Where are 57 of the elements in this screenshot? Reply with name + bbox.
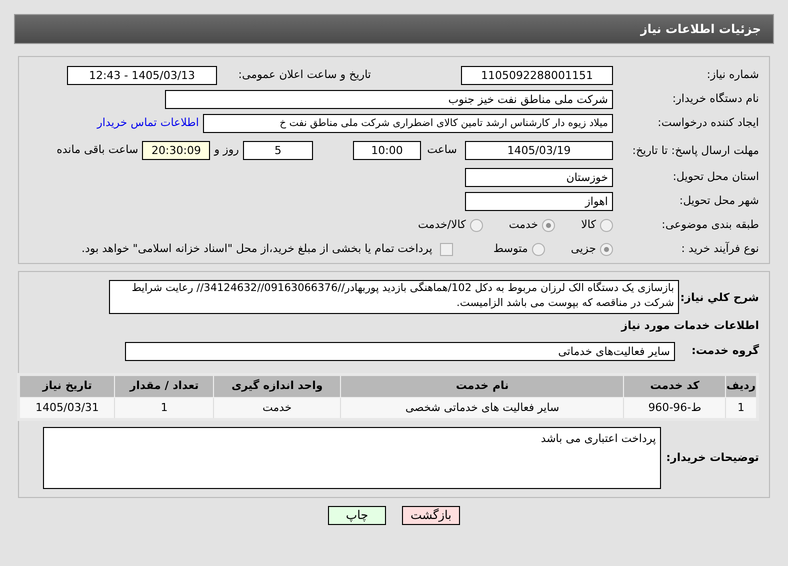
table-cell: خدمت <box>214 398 341 420</box>
countdown-field: 20:30:09 <box>142 140 210 160</box>
field-label: گروه خدمت: <box>690 343 759 360</box>
radio-button[interactable] <box>542 218 556 232</box>
table-cell: 1405/03/31 <box>18 398 115 420</box>
radio-button[interactable] <box>532 242 545 256</box>
text-field[interactable]: 1405/03/13 - 12:43 <box>67 66 217 84</box>
remaining-label: ساعت باقی مانده <box>56 142 140 158</box>
checkbox[interactable] <box>440 242 454 256</box>
radio-label: متوسط <box>493 240 528 257</box>
column-header: تاریخ نیاز <box>18 374 115 398</box>
table-cell: سایر فعالیت های خدماتی شخصی <box>340 398 624 420</box>
radio-label: کالا/خدمت <box>418 216 466 233</box>
column-header: واحد اندازه گیری <box>214 374 341 398</box>
radio-button[interactable] <box>600 218 613 232</box>
field-label: مهلت ارسال پاسخ: تا تاریخ: <box>631 144 759 156</box>
column-header: ردیف <box>726 374 758 398</box>
field-label: شماره نیاز: <box>706 66 759 83</box>
text-field[interactable]: 1405/03/19 <box>465 140 613 160</box>
description-textarea[interactable]: بازسازی یک دستگاه الک لرزان مربوط به دکل 102/هماهنگی بازدید پوربهادر//09163066376//34124632// رعایت شرایط شرکت در مناقصه که بپوست می باشد الزامیست. <box>109 280 679 314</box>
field-label: توضیحات خریدار: <box>665 450 759 466</box>
text-field[interactable]: سایر فعالیت‌های خدماتی <box>125 342 675 361</box>
column-header: تعداد / مقدار <box>114 374 214 398</box>
text-field[interactable]: اهواز <box>465 192 613 210</box>
back-button[interactable]: بازگشت <box>402 506 460 525</box>
field-label: ایجاد کننده درخواست: <box>656 114 759 131</box>
field-label: شرح کلي نياز: <box>679 290 759 306</box>
radio-button[interactable] <box>600 242 613 256</box>
text-field[interactable]: میلاد زیوه دار کارشناس ارشد تامین کالای اضطراری شرکت ملی مناطق نفت خ <box>203 114 613 132</box>
column-header: کد خدمت <box>624 374 726 398</box>
text-field[interactable]: 1105092288001151 <box>461 66 613 84</box>
header-bar: جزئیات اطلاعات نیاز <box>14 14 774 44</box>
radio-button[interactable] <box>470 218 483 232</box>
field-label: نوع فرآیند خرید : <box>680 240 759 257</box>
table-cell: 1 <box>726 398 758 420</box>
field-label: نام دستگاه خریدار: <box>671 90 759 107</box>
field-label: شهر محل تحویل: <box>678 192 759 209</box>
checkbox-label: پرداخت تمام یا بخشی از مبلغ خرید،از محل "اسناد خزانه اسلامی" خواهد بود. <box>82 240 432 257</box>
radio-label: جزیی <box>570 240 596 257</box>
text-field[interactable]: خوزستان <box>465 168 613 186</box>
text-field[interactable]: 5 <box>243 140 313 160</box>
field-label: طبقه بندی موضوعی: <box>660 216 759 233</box>
notes-textarea[interactable]: پرداخت اعتباری می باشد <box>43 427 661 489</box>
radio-label: کالا <box>581 216 596 233</box>
contact-link[interactable]: اطلاعات تماس خریدار <box>97 114 199 132</box>
field-label: تاریخ و ساعت اعلان عمومی: <box>237 66 371 83</box>
print-button[interactable]: چاپ <box>328 506 386 525</box>
days-label: روز و <box>212 142 240 158</box>
table-cell: ط-96-960 <box>624 398 726 420</box>
column-header: نام خدمت <box>340 374 624 398</box>
table-cell: 1 <box>114 398 214 420</box>
time-label: ساعت <box>426 142 458 158</box>
section-heading: اطلاعات خدمات مورد نیاز <box>620 318 759 334</box>
radio-label: خدمت <box>508 216 538 233</box>
field-label: استان محل تحویل: <box>672 168 759 185</box>
text-field[interactable]: 10:00 <box>353 140 421 160</box>
text-field[interactable]: شرکت ملی مناطق نفت خیز جنوب <box>165 90 613 108</box>
